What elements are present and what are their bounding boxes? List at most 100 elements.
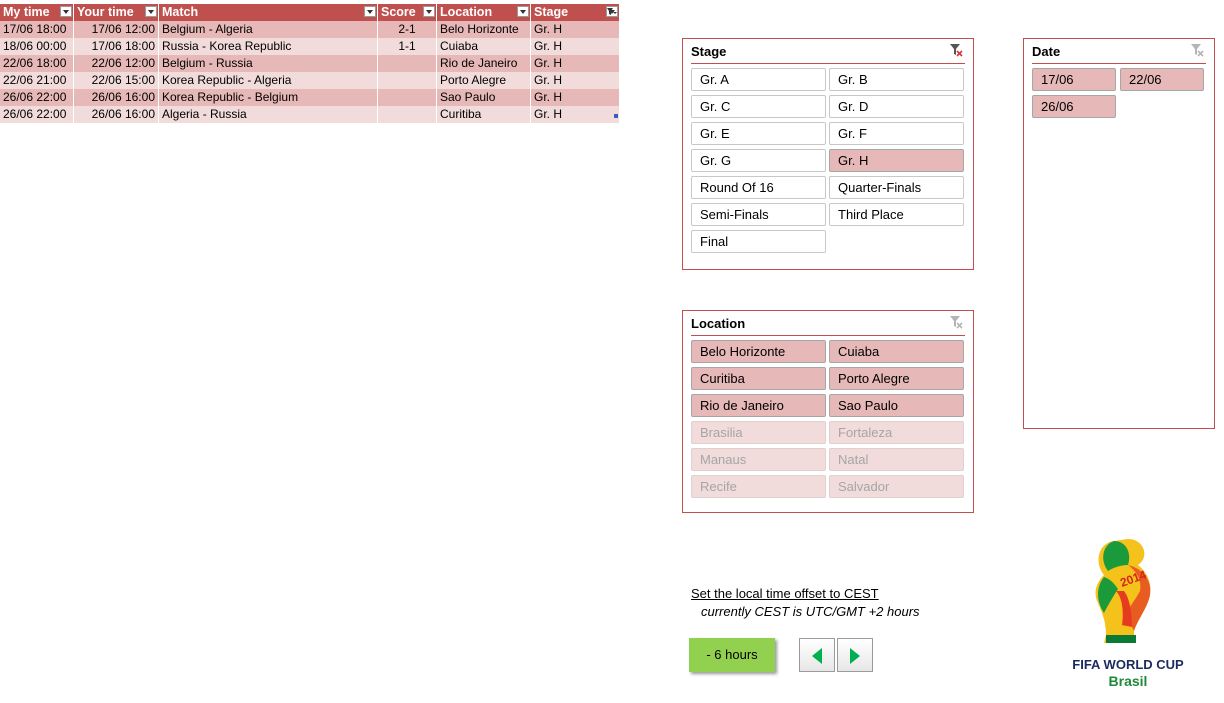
logo-subtitle: Brasil <box>1109 673 1148 689</box>
cell-score[interactable] <box>378 72 437 89</box>
slicer-item-porto-alegre[interactable]: Porto Alegre <box>829 367 964 390</box>
header-my-time[interactable]: My time <box>0 4 74 21</box>
stage-slicer: Stage Gr. A Gr. B Gr. C Gr. D Gr. E Gr. … <box>682 38 974 270</box>
cell-your-time[interactable]: 26/06 16:00 <box>74 106 159 123</box>
slicer-item-natal[interactable]: Natal <box>829 448 964 471</box>
cell-score[interactable]: 2-1 <box>378 21 437 38</box>
cell-my-time[interactable]: 17/06 18:00 <box>0 21 74 38</box>
cell-location[interactable]: Cuiaba <box>437 38 531 55</box>
cell-location[interactable]: Sao Paulo <box>437 89 531 106</box>
slicer-item-fortaleza[interactable]: Fortaleza <box>829 421 964 444</box>
cell-your-time[interactable]: 22/06 15:00 <box>74 72 159 89</box>
table-header-row: My time Your time Match Score Location S… <box>0 4 620 21</box>
slicer-item-third-place[interactable]: Third Place <box>829 203 964 226</box>
slicer-item-gr-b[interactable]: Gr. B <box>829 68 964 91</box>
cell-stage[interactable]: Gr. H <box>531 21 620 38</box>
cell-score[interactable] <box>378 106 437 123</box>
slicer-item-date-22-06[interactable]: 22/06 <box>1120 68 1204 91</box>
filter-dropdown-icon[interactable] <box>60 6 72 17</box>
right-arrow-icon <box>850 648 860 664</box>
header-your-time[interactable]: Your time <box>74 4 159 21</box>
slicer-item-cuiaba[interactable]: Cuiaba <box>829 340 964 363</box>
cell-location[interactable]: Porto Alegre <box>437 72 531 89</box>
slicer-item-gr-d[interactable]: Gr. D <box>829 95 964 118</box>
cell-stage[interactable]: Gr. H <box>531 89 620 106</box>
header-stage[interactable]: Stage <box>531 4 620 21</box>
offset-title: Set the local time offset to CEST <box>691 586 879 601</box>
slicer-item-gr-e[interactable]: Gr. E <box>691 122 826 145</box>
cell-your-time[interactable]: 22/06 12:00 <box>74 55 159 72</box>
slicer-divider <box>691 63 965 64</box>
clear-filter-icon[interactable] <box>1190 43 1204 57</box>
cell-your-time[interactable]: 26/06 16:00 <box>74 89 159 106</box>
slicer-item-brasilia[interactable]: Brasilia <box>691 421 826 444</box>
filter-dropdown-icon[interactable] <box>517 6 529 17</box>
cell-match[interactable]: Korea Republic - Belgium <box>159 89 378 106</box>
header-location[interactable]: Location <box>437 4 531 21</box>
header-score[interactable]: Score <box>378 4 437 21</box>
cell-your-time[interactable]: 17/06 12:00 <box>74 21 159 38</box>
cell-match[interactable]: Korea Republic - Algeria <box>159 72 378 89</box>
decrease-offset-button[interactable] <box>799 638 835 672</box>
table-row: 22/06 18:00 22/06 12:00 Belgium - Russia… <box>0 55 620 72</box>
cell-your-time[interactable]: 17/06 18:00 <box>74 38 159 55</box>
slicer-item-manaus[interactable]: Manaus <box>691 448 826 471</box>
slicer-item-curitiba[interactable]: Curitiba <box>691 367 826 390</box>
hours-offset-button[interactable]: - 6 hours <box>689 638 775 672</box>
cell-location[interactable]: Belo Horizonte <box>437 21 531 38</box>
slicer-item-date-17-06[interactable]: 17/06 <box>1032 68 1116 91</box>
cell-location[interactable]: Rio de Janeiro <box>437 55 531 72</box>
clear-filter-icon[interactable] <box>949 315 963 329</box>
slicer-divider <box>691 335 965 336</box>
table-resize-handle[interactable] <box>614 114 618 118</box>
stage-slicer-title: Stage <box>691 44 727 59</box>
cell-score[interactable] <box>378 89 437 106</box>
slicer-item-belo-horizonte[interactable]: Belo Horizonte <box>691 340 826 363</box>
slicer-item-recife[interactable]: Recife <box>691 475 826 498</box>
slicer-item-sao-paulo[interactable]: Sao Paulo <box>829 394 964 417</box>
cell-match[interactable]: Algeria - Russia <box>159 106 378 123</box>
slicer-item-date-26-06[interactable]: 26/06 <box>1032 95 1116 118</box>
cell-score[interactable] <box>378 55 437 72</box>
slicer-item-gr-f[interactable]: Gr. F <box>829 122 964 145</box>
cell-my-time[interactable]: 18/06 00:00 <box>0 38 74 55</box>
logo-title: FIFA WORLD CUP <box>1072 657 1184 672</box>
filter-dropdown-icon[interactable] <box>145 6 157 17</box>
slicer-item-gr-c[interactable]: Gr. C <box>691 95 826 118</box>
filtered-dropdown-icon[interactable] <box>606 6 618 17</box>
cell-score[interactable]: 1-1 <box>378 38 437 55</box>
increase-offset-button[interactable] <box>837 638 873 672</box>
cell-stage[interactable]: Gr. H <box>531 55 620 72</box>
cell-stage[interactable]: Gr. H <box>531 38 620 55</box>
slicer-item-gr-g[interactable]: Gr. G <box>691 149 826 172</box>
cell-location[interactable]: Curitiba <box>437 106 531 123</box>
slicer-item-quarter-finals[interactable]: Quarter-Finals <box>829 176 964 199</box>
fifa-world-cup-logo: 2014 FIFA WORLD CUP Brasil <box>1062 535 1194 695</box>
slicer-item-semi-finals[interactable]: Semi-Finals <box>691 203 826 226</box>
filter-dropdown-icon[interactable] <box>364 6 376 17</box>
slicer-item-gr-a[interactable]: Gr. A <box>691 68 826 91</box>
cell-my-time[interactable]: 22/06 18:00 <box>0 55 74 72</box>
cell-my-time[interactable]: 26/06 22:00 <box>0 106 74 123</box>
slicer-item-round-of-16[interactable]: Round Of 16 <box>691 176 826 199</box>
cell-match[interactable]: Belgium - Russia <box>159 55 378 72</box>
location-slicer-title: Location <box>691 316 746 331</box>
cell-match[interactable]: Belgium - Algeria <box>159 21 378 38</box>
left-arrow-icon <box>812 648 822 664</box>
slicer-divider <box>1032 63 1206 64</box>
cell-match[interactable]: Russia - Korea Republic <box>159 38 378 55</box>
table-row: 26/06 22:00 26/06 16:00 Algeria - Russia… <box>0 106 620 123</box>
clear-filter-icon[interactable] <box>949 43 963 57</box>
cell-stage[interactable]: Gr. H <box>531 106 620 123</box>
cell-my-time[interactable]: 22/06 21:00 <box>0 72 74 89</box>
location-slicer: Location Belo Horizonte Cuiaba Curitiba … <box>682 310 974 513</box>
filter-dropdown-icon[interactable] <box>423 6 435 17</box>
slicer-item-final[interactable]: Final <box>691 230 826 253</box>
slicer-item-gr-h[interactable]: Gr. H <box>829 149 964 172</box>
table-row: 17/06 18:00 17/06 12:00 Belgium - Algeri… <box>0 21 620 38</box>
header-match[interactable]: Match <box>159 4 378 21</box>
cell-my-time[interactable]: 26/06 22:00 <box>0 89 74 106</box>
cell-stage[interactable]: Gr. H <box>531 72 620 89</box>
slicer-item-rio-de-janeiro[interactable]: Rio de Janeiro <box>691 394 826 417</box>
slicer-item-salvador[interactable]: Salvador <box>829 475 964 498</box>
